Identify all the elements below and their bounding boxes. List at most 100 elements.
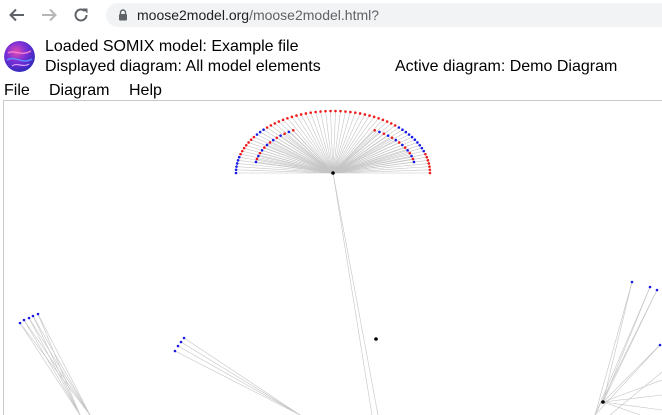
graph-node[interactable] <box>279 134 282 137</box>
graph-node[interactable] <box>271 138 275 142</box>
diagram-svg[interactable] <box>4 101 662 415</box>
graph-node[interactable] <box>269 124 273 127</box>
graph-node[interactable] <box>295 114 298 117</box>
graph-node[interactable] <box>287 130 291 134</box>
graph-node[interactable] <box>385 120 389 123</box>
graph-node[interactable] <box>176 344 180 348</box>
graph-node[interactable] <box>309 111 313 114</box>
graph-node[interactable] <box>408 151 412 155</box>
graph-node[interactable] <box>349 110 352 114</box>
graph-node[interactable] <box>381 118 385 122</box>
graph-node[interactable] <box>372 115 376 119</box>
graph-node[interactable] <box>235 165 238 168</box>
graph-node[interactable] <box>378 130 381 134</box>
graph-node[interactable] <box>263 146 266 149</box>
graph-node[interactable] <box>314 110 317 114</box>
graph-node[interactable] <box>373 128 377 132</box>
graph-node[interactable] <box>353 111 357 114</box>
graph-node[interactable] <box>648 285 652 289</box>
graph-node[interactable] <box>630 280 634 284</box>
graph-node[interactable] <box>237 155 241 159</box>
graph-node[interactable] <box>368 114 371 117</box>
graph-node[interactable] <box>173 349 177 353</box>
graph-node[interactable] <box>412 160 416 164</box>
graph-node[interactable] <box>377 116 380 120</box>
menu-help[interactable]: Help <box>129 81 162 100</box>
graph-node[interactable] <box>268 141 272 144</box>
graph-node[interactable] <box>394 138 398 142</box>
graph-node[interactable] <box>386 134 390 137</box>
graph-node[interactable] <box>283 132 286 136</box>
graph-node[interactable] <box>182 336 186 340</box>
graph-node[interactable] <box>257 154 260 158</box>
graph-node[interactable] <box>18 321 22 325</box>
diagram-canvas[interactable] <box>3 100 662 415</box>
graph-node[interactable] <box>401 143 404 147</box>
graph-node[interactable] <box>234 168 238 172</box>
graph-node[interactable] <box>425 155 429 159</box>
menu-diagram[interactable]: Diagram <box>49 81 109 100</box>
graph-node[interactable] <box>428 165 431 168</box>
graph-node[interactable] <box>424 152 427 156</box>
graph-node[interactable] <box>286 116 289 120</box>
graph-node[interactable] <box>401 128 404 132</box>
graph-node[interactable] <box>413 138 417 142</box>
graph-node[interactable] <box>363 113 367 116</box>
graph-node[interactable] <box>339 109 342 113</box>
graph-node[interactable] <box>299 113 303 116</box>
graph-node[interactable] <box>334 109 337 113</box>
graph-node[interactable] <box>240 149 244 153</box>
graph-node-black[interactable] <box>601 400 605 404</box>
graph-node[interactable] <box>265 143 269 147</box>
forward-button[interactable] <box>37 4 61 26</box>
graph-node[interactable] <box>254 160 258 164</box>
graph-node[interactable] <box>658 343 662 347</box>
graph-node[interactable] <box>389 122 393 125</box>
graph-node[interactable] <box>410 154 413 158</box>
graph-node[interactable] <box>406 149 409 152</box>
graph-node[interactable] <box>277 120 281 123</box>
graph-node[interactable] <box>324 109 327 113</box>
graph-node[interactable] <box>407 133 411 136</box>
graph-node[interactable] <box>426 159 430 162</box>
graph-node[interactable] <box>390 136 394 140</box>
menu-file[interactable]: File <box>4 81 30 100</box>
graph-node[interactable] <box>427 162 431 165</box>
graph-node[interactable] <box>411 157 415 161</box>
graph-node[interactable] <box>420 146 424 150</box>
graph-node[interactable] <box>249 138 253 142</box>
graph-node[interactable] <box>235 162 239 165</box>
graph-node[interactable] <box>236 159 240 162</box>
graph-node[interactable] <box>179 340 183 344</box>
address-bar[interactable]: moose2model.org/moose2model.html? <box>106 3 662 27</box>
graph-node[interactable] <box>403 146 407 149</box>
graph-node[interactable] <box>344 110 347 113</box>
graph-node[interactable] <box>382 132 386 136</box>
graph-node[interactable] <box>418 143 422 147</box>
graph-node[interactable] <box>416 141 419 144</box>
graph-node[interactable] <box>252 135 256 139</box>
graph-node[interactable] <box>329 109 332 113</box>
graph-node[interactable] <box>428 168 432 172</box>
graph-node[interactable] <box>255 157 259 161</box>
graph-node[interactable] <box>410 135 414 139</box>
graph-node[interactable] <box>273 122 277 125</box>
hub-node[interactable] <box>331 171 335 175</box>
graph-node[interactable] <box>239 152 242 156</box>
graph-node[interactable] <box>358 112 362 115</box>
graph-node[interactable] <box>304 112 308 115</box>
graph-node[interactable] <box>255 133 259 136</box>
graph-node[interactable] <box>275 136 279 140</box>
graph-node[interactable] <box>234 171 238 175</box>
graph-node[interactable] <box>397 141 401 144</box>
graph-node[interactable] <box>422 149 426 153</box>
graph-node[interactable] <box>404 130 408 134</box>
graph-node[interactable] <box>393 124 397 127</box>
graph-node[interactable] <box>290 115 294 119</box>
graph-node[interactable] <box>22 318 26 322</box>
graph-node[interactable] <box>655 288 659 292</box>
graph-node[interactable] <box>244 143 248 147</box>
graph-node[interactable] <box>260 149 264 152</box>
graph-node[interactable] <box>265 126 269 129</box>
back-button[interactable] <box>5 4 29 26</box>
